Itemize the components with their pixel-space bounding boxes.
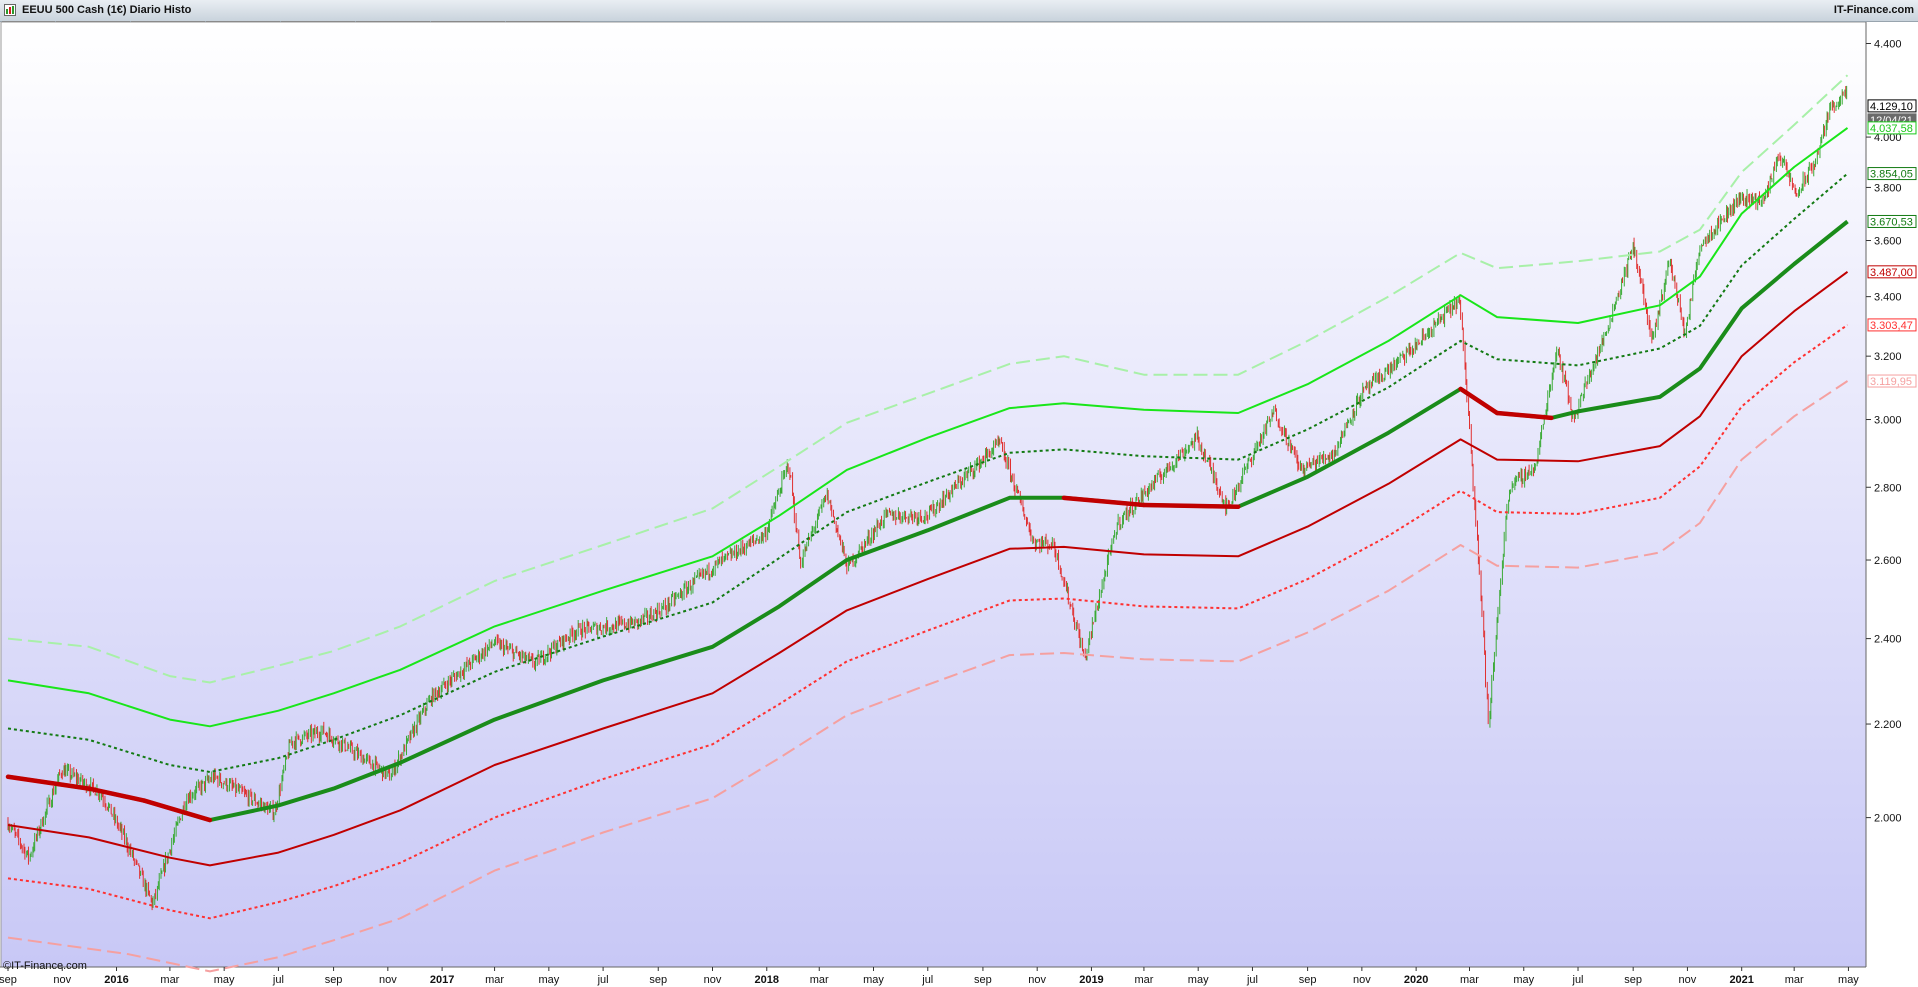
x-tick-label: 2020 [1404,974,1428,986]
y-tick-label: 4.400 [1874,38,1902,50]
x-tick-label: jul [1246,974,1258,986]
x-tick-label: jul [921,974,933,986]
x-tick-label: nov [1679,974,1697,986]
x-tick-label: sep [974,974,992,986]
y-tick-label: 3.200 [1874,351,1902,363]
x-tick-label: sep [325,974,343,986]
x-tick-label: may [1513,974,1534,986]
x-tick-label: may [863,974,884,986]
x-tick-label: mar [1134,974,1153,986]
value-label-text: 3.303,47 [1870,320,1913,332]
x-tick-label: mar [1785,974,1804,986]
x-tick-label: may [1838,974,1859,986]
window-title: EEUU 500 Cash (1€) Diario Histo [22,4,192,16]
value-label-text: 3.487,00 [1870,267,1913,279]
y-tick-label: 2.000 [1874,813,1902,825]
value-label-text: 3.670,53 [1870,216,1913,228]
x-tick-label: nov [704,974,722,986]
x-tick-label: nov [1353,974,1371,986]
x-tick-label: may [1188,974,1209,986]
y-tick-label: 3.800 [1874,182,1902,194]
x-tick-label: nov [379,974,397,986]
chart-app-icon [4,4,16,16]
y-tick-label: 3.600 [1874,236,1902,248]
y-tick-label: 2.400 [1874,634,1902,646]
x-tick-label: jul [272,974,284,986]
x-tick-label: nov [53,974,71,986]
x-tick-label: sep [649,974,667,986]
y-axis-panel [1866,22,1918,967]
x-tick-label: may [214,974,235,986]
y-tick-label: 2.200 [1874,719,1902,731]
x-tick-label: nov [1028,974,1046,986]
window-titlebar: EEUU 500 Cash (1€) Diario Histo IT-Finan… [0,0,1918,22]
x-tick-label: 2016 [104,974,128,986]
x-tick-label: 2018 [755,974,779,986]
x-tick-label: may [538,974,559,986]
x-tick-label: 2021 [1729,974,1753,986]
x-tick-label: jul [1572,974,1584,986]
y-tick-label: 2.600 [1874,555,1902,567]
x-tick-label: sep [0,974,17,986]
value-label-text: 4.129,10 [1870,101,1913,113]
copyright-text: ©IT-Finance.com [3,960,87,972]
x-tick-label: mar [810,974,829,986]
x-tick-label: sep [1299,974,1317,986]
value-label-text: 4.037,58 [1870,123,1913,135]
x-tick-label: mar [485,974,504,986]
price-chart[interactable]: 2.000 2.200 2.400 2.600 2.800 3.000 3.200 3.400… [0,22,1918,987]
y-tick-label: 3.400 [1874,292,1902,304]
value-label-text: 3.119,95 [1870,376,1912,388]
value-label-text: 3.854,05 [1870,169,1913,181]
brand-label: IT-Finance.com [1833,4,1914,16]
y-tick-label: 2.800 [1874,482,1902,494]
x-tick-label: jul [597,974,609,986]
x-tick-label: 2017 [430,974,454,986]
chart-window: { "window": { "title": "EEUU 500 Cash (1… [0,0,1918,987]
sma-line-falling-segment [1141,502,1241,509]
x-tick-label: mar [1460,974,1479,986]
y-tick-label: 3.000 [1874,415,1902,427]
x-tick-label: mar [160,974,179,986]
x-tick-label: sep [1624,974,1642,986]
plot-background [0,22,1867,968]
x-tick-label: 2019 [1079,974,1103,986]
